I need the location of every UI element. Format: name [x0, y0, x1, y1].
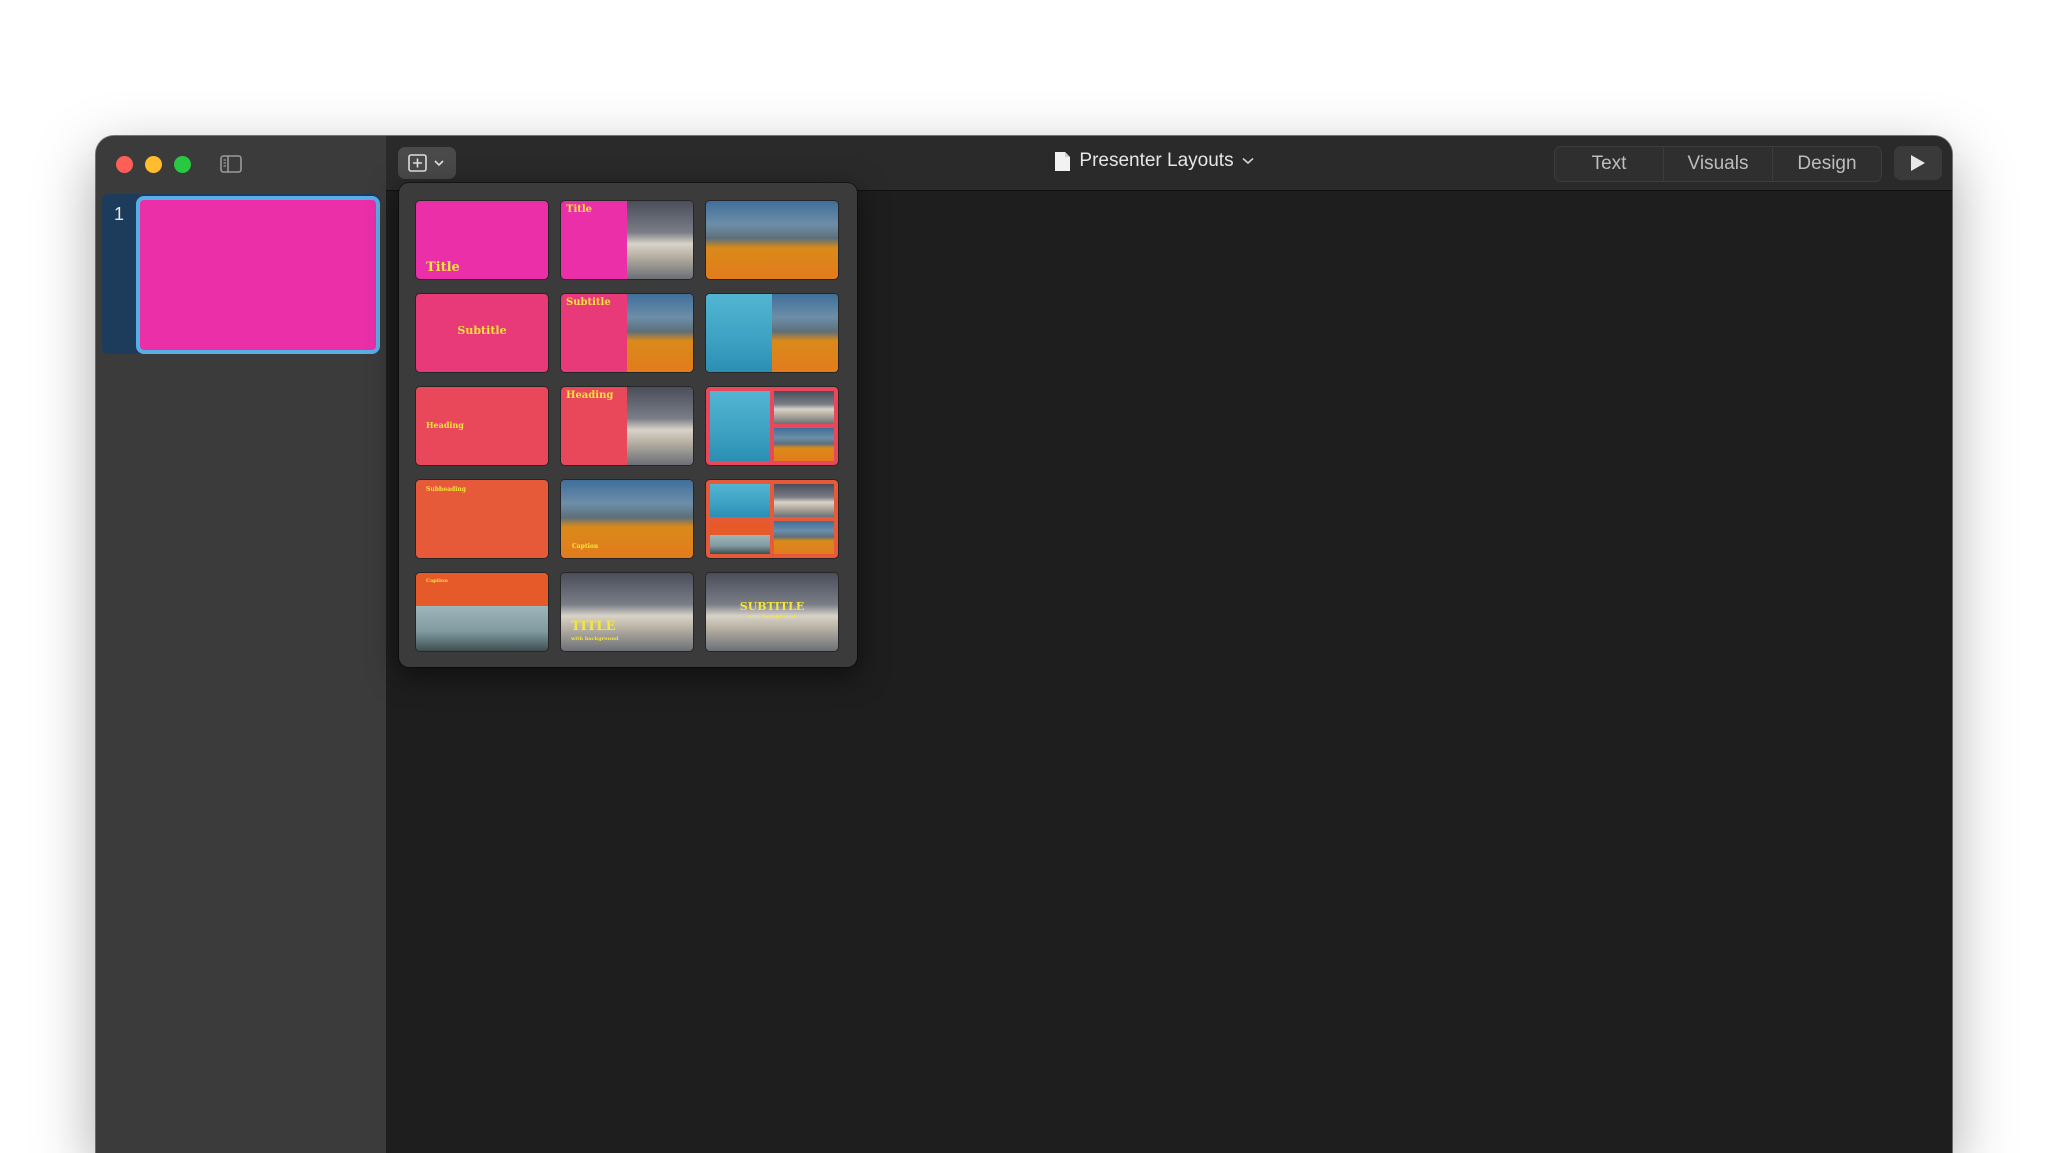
layout-heading-photo[interactable]: Heading	[561, 387, 693, 465]
layout-photo	[627, 201, 693, 279]
chevron-down-icon	[1242, 157, 1254, 165]
tab-visuals[interactable]: Visuals	[1663, 147, 1772, 181]
layout-photo	[710, 484, 770, 517]
layout-photo	[706, 294, 772, 372]
layout-title-photo[interactable]: Title	[561, 201, 693, 279]
maximize-window-button[interactable]	[174, 156, 191, 173]
add-slide-button[interactable]	[398, 147, 456, 179]
layout-sublabel: with background	[748, 614, 796, 620]
minimize-window-button[interactable]	[145, 156, 162, 173]
chevron-down-icon	[434, 160, 444, 167]
layout-subtitle[interactable]: Subtitle	[416, 294, 548, 372]
sidebar-toggle-icon[interactable]	[220, 154, 242, 174]
slide-number: 1	[114, 204, 125, 224]
slide-thumbnail[interactable]	[136, 196, 380, 354]
layout-photo	[772, 294, 838, 372]
layout-photo	[627, 387, 693, 465]
layout-label: TITLE	[571, 619, 616, 634]
slide-list-item[interactable]: 1	[102, 194, 380, 354]
layout-two-photos[interactable]	[706, 294, 838, 372]
app-window: 1 Presenter Layouts Text Visuals Design …	[96, 136, 1952, 1153]
layout-label: SUBTITLE	[739, 600, 805, 613]
layout-label: Subheading	[426, 486, 466, 493]
tab-text[interactable]: Text	[1555, 147, 1663, 181]
play-button[interactable]	[1894, 146, 1942, 180]
layout-label: Title	[426, 260, 460, 275]
layout-photo	[710, 391, 770, 461]
document-title-button[interactable]: Presenter Layouts	[1054, 150, 1254, 172]
layout-title[interactable]: Title	[416, 201, 548, 279]
layout-three-photos[interactable]	[706, 387, 838, 465]
layout-photo	[774, 484, 834, 517]
layout-label: Caption	[572, 543, 599, 550]
close-window-button[interactable]	[116, 156, 133, 173]
tab-design[interactable]: Design	[1772, 147, 1881, 181]
layout-caption-photo[interactable]: Caption	[561, 480, 693, 558]
layout-photo	[627, 294, 693, 372]
layout-photo[interactable]	[706, 201, 838, 279]
layout-subtitle-background[interactable]: SUBTITLE with background	[706, 573, 838, 651]
slide-navigator: 1	[96, 136, 387, 1153]
layout-photo	[774, 428, 834, 461]
layout-grid: Title Title Subtitle Subtitle Heading He…	[416, 201, 838, 651]
layout-subheading[interactable]: Subheading	[416, 480, 548, 558]
layout-sublabel: with background	[571, 636, 619, 642]
layout-title-background[interactable]: TITLE with background	[561, 573, 693, 651]
layout-caption-skate[interactable]: Caption	[416, 573, 548, 651]
document-icon	[1055, 151, 1071, 171]
layout-label: Heading	[426, 420, 464, 430]
layout-label: Subtitle	[566, 297, 611, 308]
layout-photo	[710, 521, 770, 554]
layout-photo	[774, 391, 834, 424]
layout-label: Caption	[426, 578, 448, 584]
layout-label: Title	[566, 204, 593, 215]
play-icon	[1911, 155, 1925, 171]
layout-picker-popover: Title Title Subtitle Subtitle Heading He…	[399, 183, 857, 667]
layout-heading[interactable]: Heading	[416, 387, 548, 465]
layout-photo	[774, 521, 834, 554]
mode-segmented-control: Text Visuals Design	[1554, 146, 1882, 182]
layout-label: Subtitle	[457, 324, 507, 337]
layout-four-photos[interactable]	[706, 480, 838, 558]
layout-subtitle-photo[interactable]: Subtitle	[561, 294, 693, 372]
layout-label: Heading	[566, 390, 614, 401]
document-title: Presenter Layouts	[1079, 150, 1234, 171]
